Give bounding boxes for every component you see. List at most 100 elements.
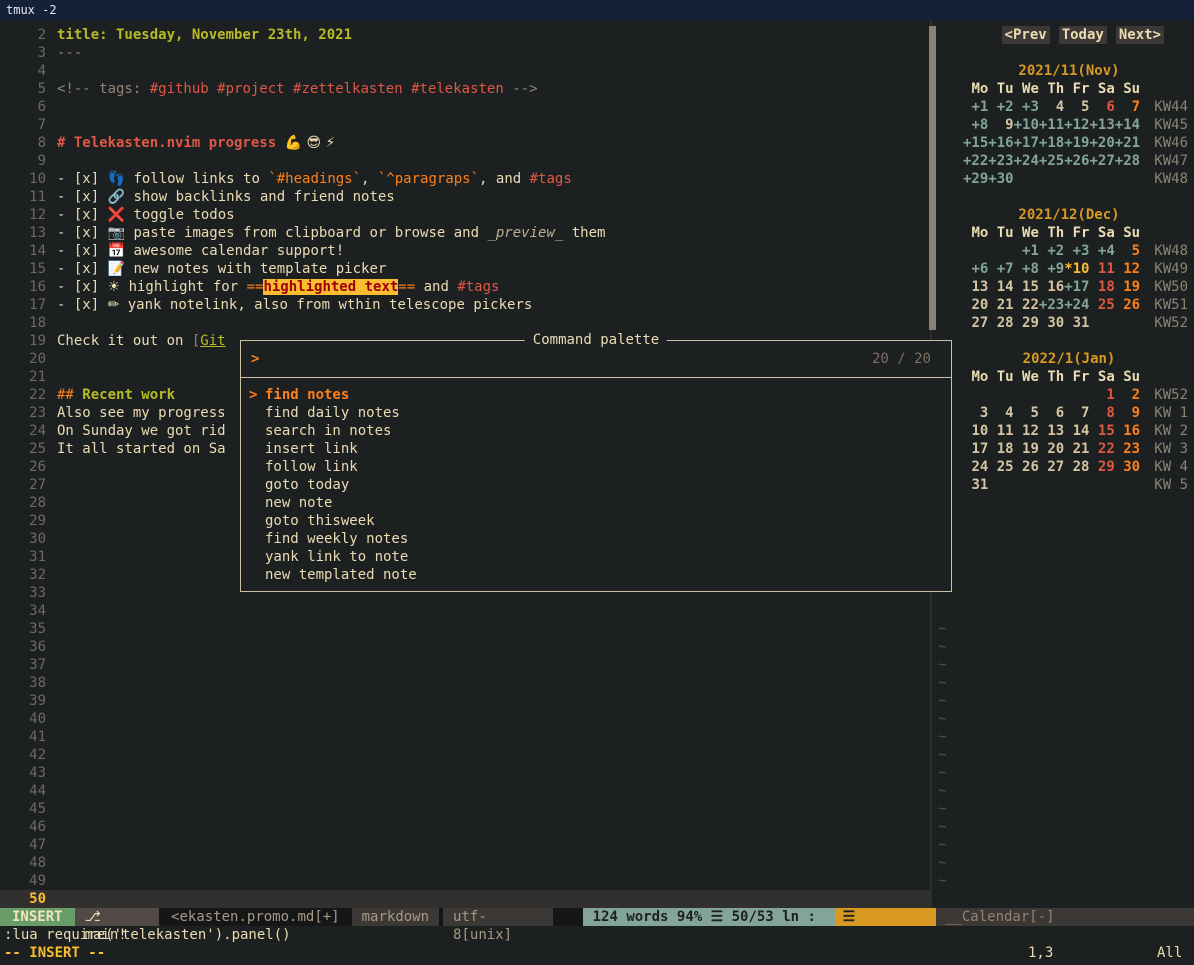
palette-item[interactable]: find daily notes xyxy=(241,404,951,422)
calendar-day[interactable]: 26 xyxy=(1014,458,1039,476)
calendar-day[interactable]: 23 xyxy=(1115,440,1140,458)
calendar-day[interactable]: 27 xyxy=(1039,458,1064,476)
calendar-day[interactable]: 5 xyxy=(1014,404,1039,422)
editor-line[interactable]: 3--- xyxy=(0,44,930,62)
editor-line[interactable]: 49 xyxy=(0,872,930,890)
calendar-day[interactable]: +11 xyxy=(1039,116,1064,134)
editor-line[interactable]: 38 xyxy=(0,674,930,692)
calendar-prev-button[interactable]: <Prev xyxy=(1002,26,1050,44)
editor-line[interactable]: 6 xyxy=(0,98,930,116)
editor-line[interactable]: 39 xyxy=(0,692,930,710)
calendar-day[interactable]: +17 xyxy=(1064,278,1089,296)
calendar-day[interactable]: 31 xyxy=(963,476,988,494)
calendar-day[interactable]: +26 xyxy=(1064,152,1089,170)
calendar-day[interactable]: +3 xyxy=(1014,98,1039,116)
editor-line[interactable]: 16- [x] ☀ highlight for ==highlighted te… xyxy=(0,278,930,296)
calendar-day[interactable]: +3 xyxy=(1064,242,1089,260)
palette-item[interactable]: insert link xyxy=(241,440,951,458)
editor-line[interactable]: 34 xyxy=(0,602,930,620)
editor-line[interactable]: 17- [x] ✏ yank notelink, also from wthin… xyxy=(0,296,930,314)
calendar-day[interactable]: 24 xyxy=(963,458,988,476)
calendar-day[interactable]: *10 xyxy=(1064,260,1089,278)
calendar-day[interactable]: 3 xyxy=(963,404,988,422)
editor-line[interactable]: 7 xyxy=(0,116,930,134)
calendar-next-button[interactable]: Next> xyxy=(1116,26,1164,44)
calendar-day[interactable]: 14 xyxy=(1064,422,1089,440)
calendar-day[interactable]: 30 xyxy=(1039,314,1064,332)
calendar-day[interactable]: +16 xyxy=(988,134,1013,152)
calendar-day[interactable]: +20 xyxy=(1089,134,1114,152)
calendar-day[interactable]: 31 xyxy=(1064,314,1089,332)
calendar-day[interactable]: 15 xyxy=(1014,278,1039,296)
calendar-day[interactable]: 13 xyxy=(963,278,988,296)
editor-line[interactable]: 35 xyxy=(0,620,930,638)
calendar-day[interactable]: +2 xyxy=(1039,242,1064,260)
calendar-day[interactable]: 18 xyxy=(1089,278,1114,296)
calendar-day[interactable]: 27 xyxy=(963,314,988,332)
editor-line[interactable]: 15- [x] 📝 new notes with template picker xyxy=(0,260,930,278)
palette-item[interactable]: follow link xyxy=(241,458,951,476)
calendar-day[interactable]: 16 xyxy=(1115,422,1140,440)
editor-line[interactable]: 2title: Tuesday, November 23th, 2021 xyxy=(0,26,930,44)
calendar-day[interactable]: +1 xyxy=(963,98,988,116)
calendar-day[interactable]: +23 xyxy=(1039,296,1064,314)
editor-line[interactable]: 5<!-- tags: #github #project #zettelkast… xyxy=(0,80,930,98)
palette-item[interactable]: search in notes xyxy=(241,422,951,440)
calendar-day[interactable]: 7 xyxy=(1115,98,1140,116)
calendar-day[interactable]: +13 xyxy=(1089,116,1114,134)
editor-line[interactable]: 11- [x] 🔗 show backlinks and friend note… xyxy=(0,188,930,206)
editor-line[interactable]: 47 xyxy=(0,836,930,854)
calendar-day[interactable]: 4 xyxy=(1039,98,1064,116)
calendar-day[interactable]: 11 xyxy=(1089,260,1114,278)
editor-line[interactable]: 40 xyxy=(0,710,930,728)
calendar-day[interactable]: 9 xyxy=(988,116,1013,134)
editor-line[interactable]: 45 xyxy=(0,800,930,818)
calendar-day[interactable]: +18 xyxy=(1039,134,1064,152)
calendar-day[interactable]: +24 xyxy=(1014,152,1039,170)
calendar-day[interactable]: 22 xyxy=(1089,440,1114,458)
calendar-day[interactable]: +7 xyxy=(988,260,1013,278)
editor-line[interactable]: 36 xyxy=(0,638,930,656)
calendar-day[interactable]: +19 xyxy=(1064,134,1089,152)
editor-line[interactable]: 43 xyxy=(0,764,930,782)
palette-item[interactable]: goto today xyxy=(241,476,951,494)
calendar-day[interactable]: 15 xyxy=(1089,422,1114,440)
editor-line[interactable]: 41 xyxy=(0,728,930,746)
editor-line[interactable]: 10- [x] 👣 follow links to `#headings`, `… xyxy=(0,170,930,188)
calendar-day[interactable]: 28 xyxy=(988,314,1013,332)
calendar-day[interactable]: 5 xyxy=(1115,242,1140,260)
calendar-day[interactable]: 6 xyxy=(1089,98,1114,116)
scrollbar-thumb[interactable] xyxy=(929,26,936,330)
prompt-input[interactable] xyxy=(259,350,872,368)
calendar-day[interactable]: 13 xyxy=(1039,422,1064,440)
calendar-day[interactable]: 20 xyxy=(963,296,988,314)
calendar-day[interactable]: 4 xyxy=(988,404,1013,422)
calendar-day[interactable]: +23 xyxy=(988,152,1013,170)
editor-line[interactable]: 18 xyxy=(0,314,930,332)
command-line[interactable]: :lua require('telekasten').panel() xyxy=(0,926,1194,944)
calendar-day[interactable]: +10 xyxy=(1014,116,1039,134)
editor-line[interactable]: 48 xyxy=(0,854,930,872)
calendar-day[interactable]: 25 xyxy=(1089,296,1114,314)
palette-item[interactable]: goto thisweek xyxy=(241,512,951,530)
calendar-day[interactable]: 19 xyxy=(1014,440,1039,458)
editor-line[interactable]: 8# Telekasten.nvim progress 💪 😎 ⚡ xyxy=(0,134,930,152)
editor-line[interactable]: 12- [x] ❌ toggle todos xyxy=(0,206,930,224)
calendar-day[interactable]: +8 xyxy=(1014,260,1039,278)
calendar-day[interactable]: 6 xyxy=(1039,404,1064,422)
editor-line[interactable]: 37 xyxy=(0,656,930,674)
palette-item[interactable]: yank link to note xyxy=(241,548,951,566)
calendar-day[interactable]: 22 xyxy=(1014,296,1039,314)
calendar-day[interactable]: 16 xyxy=(1039,278,1064,296)
editor-line[interactable]: 4 xyxy=(0,62,930,80)
editor-line[interactable]: 44 xyxy=(0,782,930,800)
calendar-day[interactable]: 7 xyxy=(1064,404,1089,422)
calendar-day[interactable]: +27 xyxy=(1089,152,1114,170)
calendar-day[interactable]: +22 xyxy=(963,152,988,170)
calendar-day[interactable]: +15 xyxy=(963,134,988,152)
editor-line[interactable]: 42 xyxy=(0,746,930,764)
calendar-day[interactable]: 19 xyxy=(1115,278,1140,296)
calendar-day[interactable]: 29 xyxy=(1089,458,1114,476)
calendar-day[interactable]: 30 xyxy=(1115,458,1140,476)
palette-item[interactable]: new note xyxy=(241,494,951,512)
